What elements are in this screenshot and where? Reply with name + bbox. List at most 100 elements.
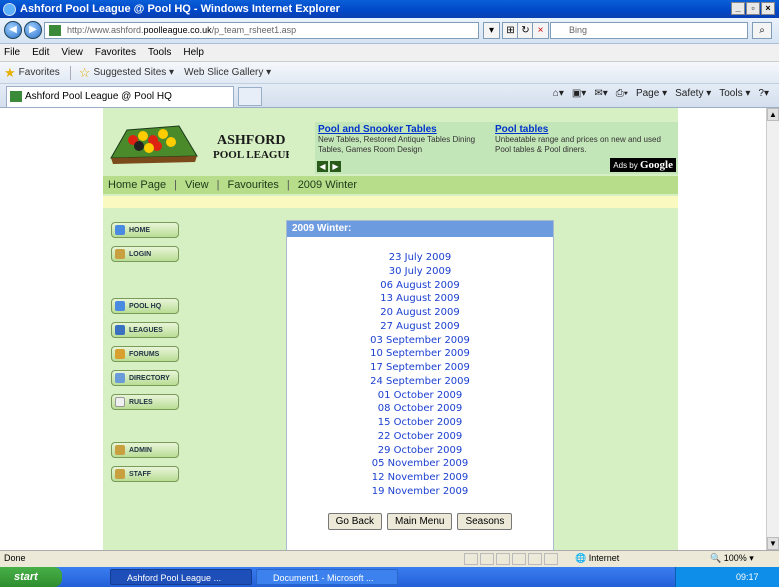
leagues-icon: [115, 325, 125, 335]
date-link[interactable]: 23 July 2009: [287, 251, 553, 265]
nav-2009-winter[interactable]: 2009 Winter: [298, 179, 357, 191]
add-favorite-icon[interactable]: ☆: [79, 65, 91, 81]
page-content: ASHFORD POOL LEAGUE Pool and Snooker Tab…: [103, 108, 678, 550]
date-link[interactable]: 10 September 2009: [287, 347, 553, 361]
date-link[interactable]: 20 August 2009: [287, 306, 553, 320]
logo-line2: POOL LEAGUE: [213, 149, 289, 161]
menu-edit[interactable]: Edit: [32, 47, 49, 58]
suggested-sites-link[interactable]: Suggested Sites ▾: [93, 67, 174, 78]
nav-favourites[interactable]: Favourites: [227, 179, 278, 191]
ie-icon: [3, 2, 16, 16]
dropdown-icon[interactable]: ▾: [483, 22, 500, 39]
date-link[interactable]: 24 September 2009: [287, 375, 553, 389]
sidebar-login-button[interactable]: LOGIN: [111, 246, 179, 262]
sidebar-directory-button[interactable]: DIRECTORY: [111, 370, 179, 386]
sidebar-label: RULES: [129, 398, 153, 406]
date-link[interactable]: 03 September 2009: [287, 334, 553, 348]
date-link[interactable]: 30 July 2009: [287, 265, 553, 279]
sidebar-rules-button[interactable]: RULES: [111, 394, 179, 410]
date-link[interactable]: 05 November 2009: [287, 457, 553, 471]
site-logo[interactable]: ASHFORD POOL LEAGUE: [109, 118, 289, 168]
sidebar-poolhq-button[interactable]: POOL HQ: [111, 298, 179, 314]
panel-buttons: Go Back Main Menu Seasons: [287, 513, 553, 530]
seasons-button[interactable]: Seasons: [457, 513, 513, 530]
scroll-up-icon[interactable]: ▲: [767, 108, 779, 121]
page-menu[interactable]: Page ▾: [636, 88, 667, 99]
date-link[interactable]: 22 October 2009: [287, 430, 553, 444]
sidebar-home-button[interactable]: HOME: [111, 222, 179, 238]
sidebar-admin-button[interactable]: ADMIN: [111, 442, 179, 458]
maximize-button[interactable]: ▫: [746, 2, 760, 15]
date-link[interactable]: 01 October 2009: [287, 389, 553, 403]
ad-nav: ◀ ▶: [317, 161, 341, 172]
menu-file[interactable]: File: [4, 47, 20, 58]
favorites-button[interactable]: Favorites: [19, 67, 60, 78]
web-slice-gallery-link[interactable]: Web Slice Gallery ▾: [184, 67, 271, 78]
start-button[interactable]: start: [0, 567, 62, 587]
status-text: Done: [4, 553, 26, 563]
window-title: Ashford Pool League @ Pool HQ - Windows …: [20, 3, 340, 15]
ad-item[interactable]: Pool tables Unbeatable range and prices …: [495, 124, 670, 155]
date-link[interactable]: 27 August 2009: [287, 320, 553, 334]
season-panel: 2009 Winter: 23 July 2009 30 July 2009 0…: [286, 220, 554, 550]
taskbar-item-ie[interactable]: Ashford Pool League ...: [110, 569, 252, 585]
date-link[interactable]: 12 November 2009: [287, 471, 553, 485]
divider: [69, 65, 71, 80]
home-icon[interactable]: ⌂▾: [553, 88, 564, 99]
back-icon[interactable]: ◀: [4, 21, 22, 39]
date-link[interactable]: 08 October 2009: [287, 402, 553, 416]
date-link[interactable]: 06 August 2009: [287, 279, 553, 293]
ad-next-icon[interactable]: ▶: [330, 161, 341, 172]
date-link[interactable]: 29 October 2009: [287, 444, 553, 458]
main-menu-button[interactable]: Main Menu: [386, 513, 453, 530]
close-button[interactable]: ×: [761, 2, 775, 15]
feeds-icon[interactable]: ▣▾: [572, 88, 586, 99]
sidebar-label: DIRECTORY: [129, 374, 170, 382]
zoom-control[interactable]: 🔍 100% ▾: [710, 553, 754, 564]
taskbar-item-word[interactable]: Document1 - Microsoft ...: [256, 569, 398, 585]
address-input[interactable]: http://www.ashford.poolleague.co.uk/p_te…: [44, 22, 479, 39]
mail-icon[interactable]: ✉▾: [594, 88, 607, 99]
site-banner: ASHFORD POOL LEAGUE Pool and Snooker Tab…: [103, 108, 678, 176]
menu-favorites[interactable]: Favorites: [95, 47, 136, 58]
print-icon[interactable]: ⎙▾: [616, 88, 628, 99]
menu-view[interactable]: View: [61, 47, 83, 58]
staff-icon: [115, 469, 125, 479]
sidebar-label: LOGIN: [129, 250, 152, 258]
nav-view[interactable]: View: [185, 179, 209, 191]
new-tab-button[interactable]: [238, 87, 262, 106]
ad-item[interactable]: Pool and Snooker Tables New Tables, Rest…: [318, 124, 493, 155]
date-link[interactable]: 13 August 2009: [287, 292, 553, 306]
search-icon[interactable]: ⌕: [752, 22, 772, 39]
menu-help[interactable]: Help: [183, 47, 204, 58]
home-icon: [115, 225, 125, 235]
ads-by-google[interactable]: Ads by Google: [610, 158, 676, 172]
sidebar-leagues-button[interactable]: LEAGUES: [111, 322, 179, 338]
date-link[interactable]: 15 October 2009: [287, 416, 553, 430]
scroll-down-icon[interactable]: ▼: [767, 537, 779, 550]
tab-active[interactable]: Ashford Pool League @ Pool HQ: [6, 86, 234, 107]
menu-tools[interactable]: Tools: [148, 47, 171, 58]
safety-menu[interactable]: Safety ▾: [675, 88, 711, 99]
ad-desc: Unbeatable range and prices on new and u…: [495, 135, 661, 154]
help-icon[interactable]: ?▾: [758, 88, 769, 99]
go-back-button[interactable]: Go Back: [327, 513, 382, 530]
forward-icon[interactable]: ▶: [24, 21, 42, 39]
sidebar-forums-button[interactable]: FORUMS: [111, 346, 179, 362]
tools-menu[interactable]: Tools ▾: [719, 88, 750, 99]
sidebar-staff-button[interactable]: STAFF: [111, 466, 179, 482]
stop-icon[interactable]: ×: [532, 22, 549, 39]
date-link[interactable]: 19 November 2009: [287, 485, 553, 499]
vertical-scrollbar[interactable]: ▲ ▼: [766, 108, 779, 550]
ad-title[interactable]: Pool and Snooker Tables: [318, 124, 493, 135]
ad-prev-icon[interactable]: ◀: [317, 161, 328, 172]
zoom-level: 100%: [723, 553, 747, 563]
breadcrumb: Home Page | View | Favourites | 2009 Win…: [103, 176, 678, 194]
date-link[interactable]: 17 September 2009: [287, 361, 553, 375]
search-input[interactable]: Bing: [550, 22, 748, 39]
tab-favicon: [10, 91, 22, 102]
nav-home-page[interactable]: Home Page: [108, 179, 166, 191]
menu-bar: File Edit View Favorites Tools Help: [0, 44, 779, 62]
ad-title[interactable]: Pool tables: [495, 124, 670, 135]
minimize-button[interactable]: _: [731, 2, 745, 15]
